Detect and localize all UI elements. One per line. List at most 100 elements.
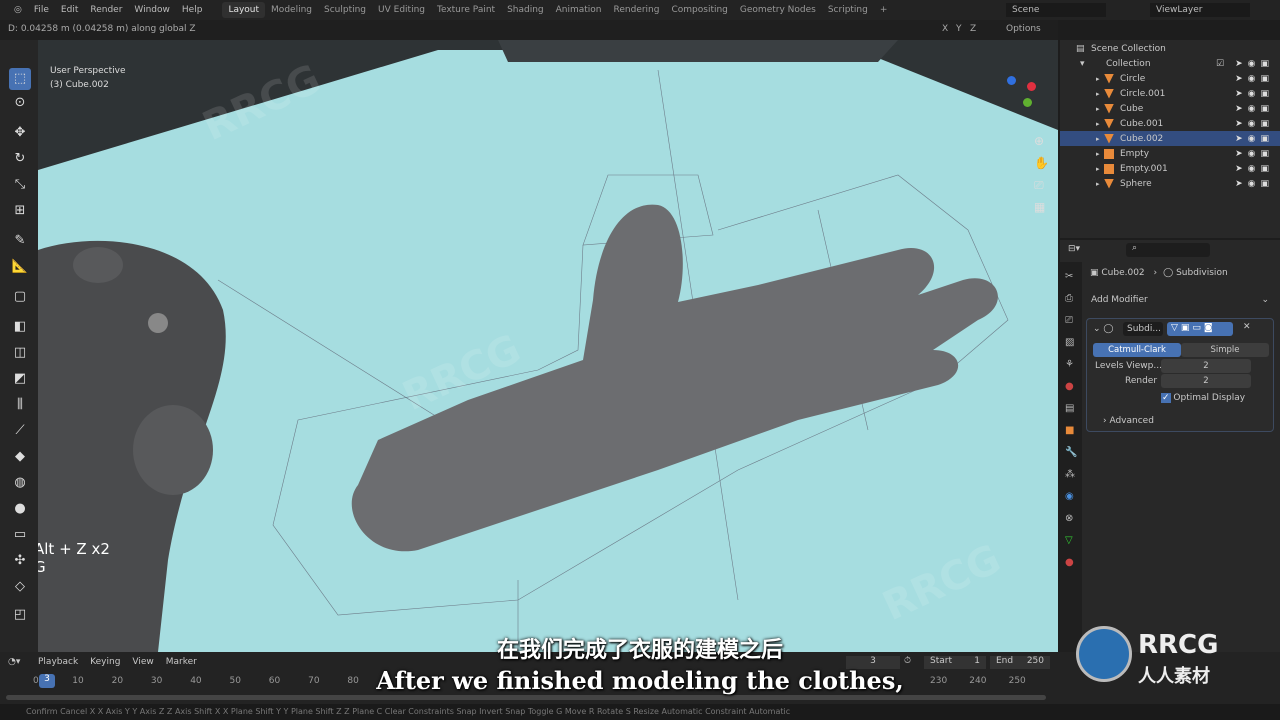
modifier-name-field[interactable]: Subdi... (1123, 322, 1163, 336)
render-tab-icon[interactable]: ⎙ (1065, 288, 1077, 310)
material-tab-icon[interactable]: ● (1065, 552, 1077, 574)
expand-arrow-icon[interactable]: ▸ (1096, 105, 1100, 113)
tab-layout[interactable]: Layout (222, 2, 266, 18)
bevel-icon[interactable]: ◩ (9, 368, 31, 390)
poly-build-icon[interactable]: ◆ (9, 446, 31, 468)
spin-icon[interactable]: ◍ (9, 472, 31, 494)
outliner-item[interactable]: ▸ Empty ➤◉▣ (1060, 146, 1280, 161)
axis-z[interactable]: Z (970, 24, 976, 34)
close-icon[interactable]: ✕ (1243, 322, 1251, 332)
scale-icon[interactable]: ⤡ (9, 174, 31, 196)
tab-sculpting[interactable]: Sculpting (318, 5, 372, 15)
visibility-icons[interactable]: ➤◉▣ (1235, 149, 1274, 159)
tab-scripting[interactable]: Scripting (822, 5, 874, 15)
expand-arrow-icon[interactable]: ▸ (1096, 180, 1100, 188)
object-tab-icon[interactable]: ■ (1065, 420, 1077, 442)
transform-icon[interactable]: ⊞ (9, 200, 31, 222)
viewport-nav-buttons[interactable]: ⊕ ✋ ⎚ ▦ (1034, 130, 1049, 218)
navigation-gizmo[interactable] (1003, 76, 1039, 112)
menu-window[interactable]: Window (128, 5, 176, 15)
rip-icon[interactable]: ◰ (9, 604, 31, 626)
tab-uv-editing[interactable]: UV Editing (372, 5, 431, 15)
tab-compositing[interactable]: Compositing (665, 5, 733, 15)
properties-search[interactable]: ⌕ (1126, 243, 1210, 257)
optimal-display-checkbox[interactable]: ✓ Optimal Display (1161, 393, 1245, 403)
pan-hand-icon[interactable]: ✋ (1034, 152, 1049, 174)
3d-viewport[interactable]: User Perspective (3) Cube.002 Alt + Z x2… (38, 40, 1058, 652)
inset-icon[interactable]: ◫ (9, 342, 31, 364)
collection-visibility-icons[interactable]: ➤◉▣ (1235, 59, 1274, 69)
catmull-clark-button[interactable]: Catmull-Clark (1093, 343, 1181, 357)
modifier-tab-icon[interactable]: 🔧 (1065, 442, 1077, 464)
outliner-item[interactable]: ▸ Cube.002 ➤◉▣ (1060, 131, 1280, 146)
levels-field[interactable]: 2 (1161, 359, 1251, 373)
modifier-display-toggles[interactable]: ▽▣▭◙ (1167, 322, 1233, 336)
axis-y[interactable]: Y (956, 24, 962, 34)
constraints-tab-icon[interactable]: ⊗ (1065, 508, 1077, 530)
extrude-icon[interactable]: ◧ (9, 316, 31, 338)
expand-arrow-icon[interactable]: ▸ (1096, 150, 1100, 158)
collection-checkbox[interactable]: ☑ (1216, 59, 1224, 69)
camera-icon[interactable]: ⎚ (1034, 174, 1049, 196)
menu-render[interactable]: Render (84, 5, 128, 15)
visibility-icons[interactable]: ➤◉▣ (1235, 119, 1274, 129)
measure-icon[interactable]: 📐 (9, 256, 31, 278)
data-tab-icon[interactable]: ▽ (1065, 530, 1077, 552)
tab-texture-paint[interactable]: Texture Paint (431, 5, 501, 15)
outliner-item[interactable]: ▸ Cube.001 ➤◉▣ (1060, 116, 1280, 131)
select-box-icon[interactable]: ⬚ (9, 68, 31, 90)
expand-arrow-icon[interactable]: ▸ (1096, 135, 1100, 143)
world-tab-icon[interactable]: ● (1065, 376, 1077, 398)
outliner-item[interactable]: ▸ Empty.001 ➤◉▣ (1060, 161, 1280, 176)
add-workspace-button[interactable]: + (874, 5, 894, 15)
add-modifier-dropdown[interactable]: Add Modifier ⌄ (1086, 294, 1274, 308)
cursor-icon[interactable]: ⊙ (9, 92, 31, 114)
menu-help[interactable]: Help (176, 5, 209, 15)
annotate-icon[interactable]: ✎ (9, 230, 31, 252)
visibility-icons[interactable]: ➤◉▣ (1235, 74, 1274, 84)
editor-type-icon[interactable]: ⊟▾ (1068, 244, 1080, 254)
outliner-item[interactable]: ▸ Sphere ➤◉▣ (1060, 176, 1280, 191)
collection-tab-icon[interactable]: ▤ (1065, 398, 1077, 420)
rotate-icon[interactable]: ↻ (9, 148, 31, 170)
advanced-subpanel[interactable]: › Advanced (1103, 416, 1154, 426)
axis-x[interactable]: X (942, 24, 948, 34)
visibility-icons[interactable]: ➤◉▣ (1235, 104, 1274, 114)
scene-selector[interactable]: Scene (1006, 3, 1106, 17)
tab-animation[interactable]: Animation (550, 5, 608, 15)
timeline-scrollbar[interactable] (6, 695, 1046, 700)
collection-label[interactable]: Collection (1106, 59, 1151, 69)
view-layer-tab-icon[interactable]: ▨ (1065, 332, 1077, 354)
particles-tab-icon[interactable]: ⁂ (1065, 464, 1077, 486)
menu-file[interactable]: File (28, 5, 55, 15)
expand-arrow-icon[interactable]: ▸ (1096, 75, 1100, 83)
collapse-icon[interactable]: ⌄ ◯ (1093, 324, 1113, 334)
outliner-item[interactable]: ▸ Circle ➤◉▣ (1060, 71, 1280, 86)
visibility-icons[interactable]: ➤◉▣ (1235, 179, 1274, 189)
grid-icon[interactable]: ▦ (1034, 196, 1049, 218)
visibility-icons[interactable]: ➤◉▣ (1235, 134, 1274, 144)
move-icon[interactable]: ✥ (9, 122, 31, 144)
edge-slide-icon[interactable]: ▭ (9, 524, 31, 546)
expand-arrow-icon[interactable]: ▾ (1080, 59, 1085, 69)
tab-rendering[interactable]: Rendering (608, 5, 666, 15)
outliner-item[interactable]: ▸ Circle.001 ➤◉▣ (1060, 86, 1280, 101)
loop-cut-icon[interactable]: ⫼ (9, 394, 31, 416)
add-cube-icon[interactable]: ▢ (9, 286, 31, 308)
scene-collection[interactable]: Scene Collection (1091, 44, 1166, 54)
shear-icon[interactable]: ◇ (9, 576, 31, 598)
render-levels-field[interactable]: 2 (1161, 374, 1251, 388)
outliner-item[interactable]: ▸ Cube ➤◉▣ (1060, 101, 1280, 116)
output-tab-icon[interactable]: ⎚ (1065, 310, 1077, 332)
visibility-icons[interactable]: ➤◉▣ (1235, 89, 1274, 99)
smooth-icon[interactable]: ● (9, 498, 31, 520)
tab-geometry-nodes[interactable]: Geometry Nodes (734, 5, 822, 15)
tab-shading[interactable]: Shading (501, 5, 550, 15)
visibility-icons[interactable]: ➤◉▣ (1235, 164, 1274, 174)
menu-edit[interactable]: Edit (55, 5, 84, 15)
tab-modeling[interactable]: Modeling (265, 5, 318, 15)
scene-tab-icon[interactable]: ⚘ (1065, 354, 1077, 376)
simple-button[interactable]: Simple (1181, 343, 1269, 357)
options-dropdown[interactable]: Options (1006, 24, 1041, 34)
shrink-icon[interactable]: ✣ (9, 550, 31, 572)
